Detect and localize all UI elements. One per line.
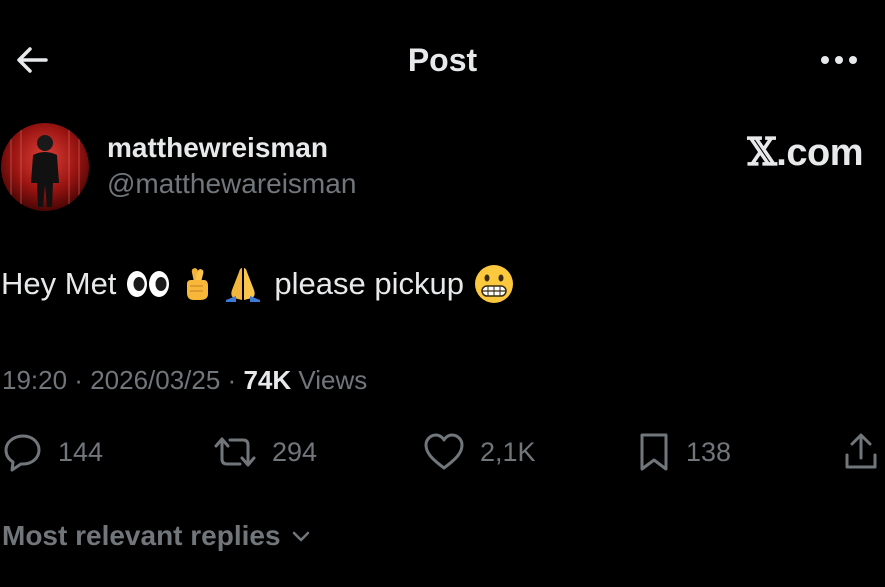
post-time[interactable]: 19:20 (2, 365, 67, 395)
back-button[interactable] (12, 40, 52, 80)
like-button[interactable]: 2,1K (422, 428, 536, 476)
folded-hands-emoji (224, 266, 262, 302)
watermark-text: .com (776, 132, 863, 174)
more-horizontal-icon (821, 56, 829, 64)
avatar[interactable] (1, 123, 89, 211)
views-count: 74K (243, 365, 292, 395)
author-display-name[interactable]: matthewreisman (107, 132, 328, 164)
post-meta: 19:20 · 2026/03/25 · 74K Views (2, 362, 367, 398)
tweet-text-end: please pickup (274, 266, 464, 301)
x-com-watermark: 𝕏.com (747, 129, 863, 175)
share-button[interactable] (842, 428, 880, 476)
tweet-text-start: Hey Met (1, 266, 117, 301)
meta-separator: · (67, 365, 91, 395)
chevron-down-icon (292, 531, 309, 542)
more-dot (835, 56, 843, 64)
repost-count: 294 (272, 436, 318, 467)
reply-button[interactable]: 144 (2, 428, 103, 476)
bookmark-count: 138 (686, 436, 732, 467)
heart-icon (424, 433, 464, 470)
meta-separator: · (220, 365, 244, 395)
tweet-text: Hey Met please pickup (1, 262, 520, 306)
crossed-fingers-emoji (182, 266, 212, 302)
bookmark-icon (640, 433, 668, 471)
post-page: Post matthewreisman @matthewareisman 𝕏.c… (0, 0, 885, 587)
replies-sort-dropdown[interactable]: Most relevant replies (2, 516, 311, 556)
arrow-left-icon (17, 47, 48, 73)
eyes-emoji (126, 269, 170, 299)
bookmark-button[interactable]: 138 (636, 428, 731, 476)
share-icon (845, 433, 877, 469)
action-bar: 144 294 2,1K 138 (0, 428, 885, 476)
reply-count: 144 (58, 436, 104, 467)
like-count: 2,1K (480, 436, 536, 467)
post-date[interactable]: 2026/03/25 (90, 365, 220, 395)
more-dot (849, 56, 857, 64)
repost-icon (214, 437, 256, 467)
views-label: Views (291, 365, 368, 395)
replies-sort-label: Most relevant replies (2, 520, 281, 551)
page-title: Post (407, 42, 478, 78)
repost-button[interactable]: 294 (212, 428, 317, 476)
x-logo: 𝕏 (747, 129, 777, 174)
grimacing-face-emoji (474, 264, 514, 304)
reply-icon (4, 434, 41, 472)
avatar-image (1, 123, 89, 211)
more-options-button[interactable] (815, 44, 863, 76)
author-handle[interactable]: @matthewareisman (107, 168, 356, 200)
